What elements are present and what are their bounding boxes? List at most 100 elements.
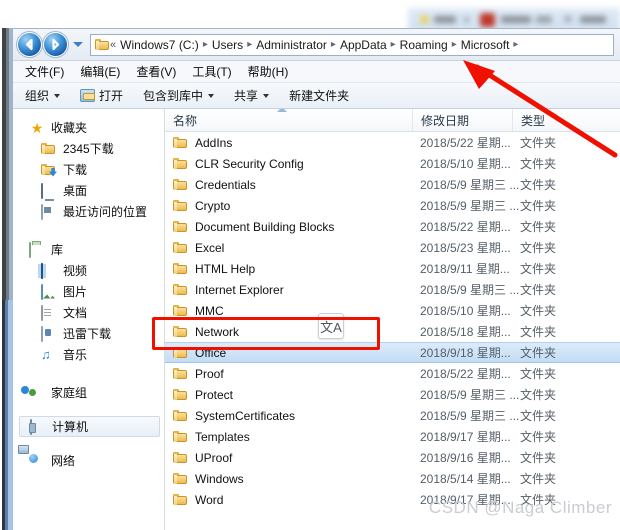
cell-date-modified: 2018/5/14 星期... [420,472,511,486]
table-row[interactable]: MMC 2018/5/10 星期... 文件夹 [165,300,620,321]
share-button[interactable]: 共享 [234,87,270,104]
forward-button[interactable] [44,33,67,56]
breadcrumb-separator-icon[interactable]: ▸ [247,39,252,50]
table-row[interactable]: Templates 2018/9/17 星期... 文件夹 [165,426,620,447]
back-button[interactable] [18,33,41,56]
column-header-type[interactable]: 类型 [512,109,612,131]
sidebar-item-favorites[interactable]: ★ 收藏夹 [13,117,164,138]
breadcrumb-separator-icon[interactable]: ▸ [331,39,336,50]
sidebar-label: 网络 [51,454,76,468]
cell-date-modified: 2018/5/10 星期... [420,157,511,171]
breadcrumb-separator-icon[interactable]: ▸ [513,39,518,50]
table-row[interactable]: Internet Explorer 2018/5/9 星期三 ... 文件夹 [165,279,620,300]
cell-name: Document Building Blocks [165,220,412,234]
column-header-type-label: 类型 [521,113,546,128]
breadcrumb-overflow-chevron[interactable]: « [110,39,116,51]
translate-icon[interactable]: 文A [318,313,344,339]
organize-label: 组织 [25,89,50,103]
cell-type: 文件夹 [520,262,557,276]
sidebar-item-music[interactable]: ♫ 音乐 [13,344,164,365]
menu-help[interactable]: 帮助(H) [248,63,289,80]
folder-icon [173,388,188,401]
breadcrumb-separator-icon[interactable]: ▸ [203,39,208,50]
breadcrumb-separator-icon[interactable]: ▸ [391,39,396,50]
table-row[interactable]: Network 2018/5/18 星期... 文件夹 [165,321,620,342]
sidebar-item-computer[interactable]: 计算机 [19,416,160,437]
breadcrumb[interactable]: « Windows7 (C:) ▸ Users ▸ Administrator … [90,33,614,56]
sidebar-item-homegroup[interactable]: 家庭组 [13,382,164,403]
menu-tools[interactable]: 工具(T) [192,63,231,80]
organize-button[interactable]: 组织 [25,87,61,104]
navigation-pane: ★ 收藏夹 2345下载 下载 桌面 最近访问的位置 库 视频 图片 文档 迅雷… [13,109,165,530]
folder-icon [173,430,188,443]
music-icon: ♫ [41,346,51,362]
sidebar-item-downloads[interactable]: 下载 [13,159,164,180]
new-folder-button[interactable]: 新建文件夹 [289,87,349,104]
breadcrumb-segment-roaming[interactable]: Roaming [400,38,448,52]
cell-type: 文件夹 [520,451,557,465]
menu-view[interactable]: 查看(V) [136,63,176,80]
cell-date-modified: 2018/9/17 星期... [420,430,511,444]
sidebar-item-desktop[interactable]: 桌面 [13,180,164,201]
cell-type: 文件夹 [520,283,557,297]
open-button[interactable]: 打开 [80,87,123,104]
file-name-label: Crypto [195,198,231,213]
sidebar-item-pictures[interactable]: 图片 [13,281,164,302]
file-name-label: UProof [195,450,233,465]
file-name-label: MMC [195,303,224,318]
table-row[interactable]: UProof 2018/9/16 星期... 文件夹 [165,447,620,468]
table-row[interactable]: Excel 2018/5/23 星期... 文件夹 [165,237,620,258]
menu-edit[interactable]: 编辑(E) [80,63,120,80]
sidebar-item-xunlei-download[interactable]: 迅雷下载 [13,323,164,344]
table-row[interactable]: Credentials 2018/5/9 星期三 ... 文件夹 [165,174,620,195]
menu-file[interactable]: 文件(F) [25,63,64,80]
table-row[interactable]: HTML Help 2018/9/11 星期... 文件夹 [165,258,620,279]
file-name-label: HTML Help [195,261,256,276]
folder-icon [173,346,188,359]
table-row[interactable]: Office 2018/9/18 星期... 文件夹 [165,342,620,363]
table-row[interactable]: Document Building Blocks 2018/5/22 星期... 文… [165,216,620,237]
sidebar-item-recent-places[interactable]: 最近访问的位置 [13,201,164,222]
table-row[interactable]: Protect 2018/5/9 星期三 ... 文件夹 [165,384,620,405]
sidebar-item-network[interactable]: 网络 [13,450,164,471]
breadcrumb-segment-administrator[interactable]: Administrator [256,38,327,52]
chevron-down-icon [54,93,61,98]
breadcrumb-segment-microsoft[interactable]: Microsoft [461,38,510,52]
file-name-label: Word [195,492,224,507]
column-header-name[interactable]: 名称 [165,109,412,131]
cell-name: Credentials [165,178,412,192]
table-row[interactable]: Word 2018/9/17 星期... 文件夹 [165,489,620,510]
table-row[interactable]: SystemCertificates 2018/5/9 星期三 ... 文件夹 [165,405,620,426]
folder-icon [173,451,188,464]
table-row[interactable]: Proof 2018/5/22 星期... 文件夹 [165,363,620,384]
sort-ascending-icon [277,109,287,112]
folder-icon [173,493,188,506]
sidebar-item-documents[interactable]: 文档 [13,302,164,323]
cell-type: 文件夹 [520,430,557,444]
breadcrumb-segment-drive[interactable]: Windows7 (C:) [120,38,199,52]
table-row[interactable]: Crypto 2018/5/9 星期三 ... 文件夹 [165,195,620,216]
cell-name: Excel [165,241,412,255]
folder-icon [173,157,188,170]
breadcrumb-separator-icon[interactable]: ▸ [452,39,457,50]
file-name-label: Windows [195,471,244,486]
breadcrumb-segment-users[interactable]: Users [212,38,243,52]
cell-type: 文件夹 [520,241,557,255]
sidebar-item-2345download[interactable]: 2345下载 [13,138,164,159]
folder-icon [173,472,188,485]
cell-date-modified: 2018/5/9 星期三 ... [420,388,520,402]
computer-icon [30,418,46,435]
column-header-date-modified[interactable]: 修改日期 [412,109,512,131]
table-row[interactable]: Windows 2018/5/14 星期... 文件夹 [165,468,620,489]
sidebar-item-libraries[interactable]: 库 [13,239,164,260]
content-area: ★ 收藏夹 2345下载 下载 桌面 最近访问的位置 库 视频 图片 文档 迅雷… [13,109,620,530]
include-in-library-button[interactable]: 包含到库中 [143,87,215,104]
file-name-label: CLR Security Config [195,156,304,171]
recent-pages-dropdown[interactable] [72,38,84,52]
cell-type: 文件夹 [520,409,557,423]
table-row[interactable]: CLR Security Config 2018/5/10 星期... 文件夹 [165,153,620,174]
cell-name: AddIns [165,136,412,150]
table-row[interactable]: AddIns 2018/5/22 星期... 文件夹 [165,132,620,153]
breadcrumb-segment-appdata[interactable]: AppData [340,38,387,52]
sidebar-item-videos[interactable]: 视频 [13,260,164,281]
